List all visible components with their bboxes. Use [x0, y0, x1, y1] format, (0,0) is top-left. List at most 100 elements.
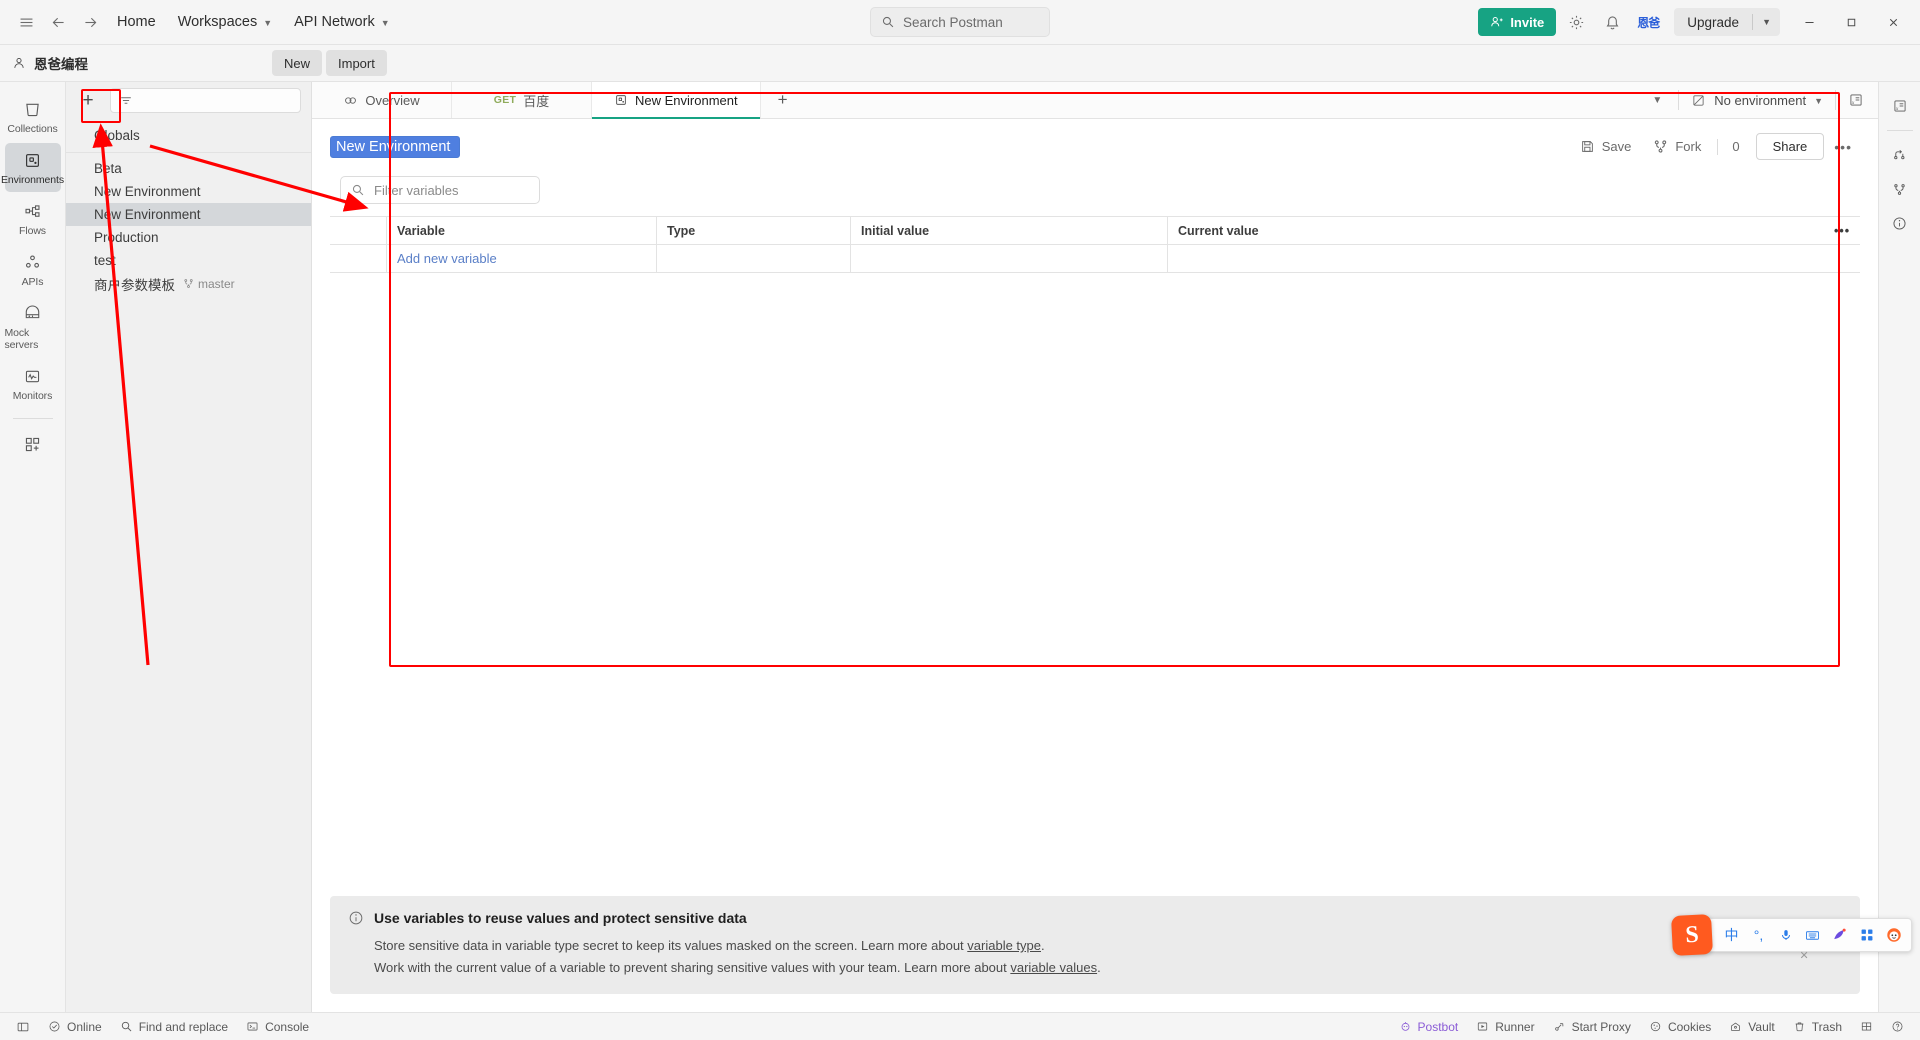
workspace-name-label: 恩爸编程	[34, 57, 88, 72]
info-banner-line-1-prefix: Store sensitive data in variable type se…	[374, 938, 968, 954]
share-button[interactable]: Share	[1755, 133, 1825, 160]
arrow-left-icon[interactable]	[42, 7, 74, 37]
sidebar-item-environments[interactable]: Environments	[1, 143, 64, 192]
search-icon	[121, 1021, 132, 1032]
fork-icon	[184, 279, 193, 288]
list-item[interactable]: Production	[66, 226, 311, 249]
environment-quick-look-button[interactable]: x	[1840, 86, 1872, 114]
chinese-mode-icon[interactable]: 中	[1718, 920, 1745, 950]
apps-grid-icon[interactable]	[1853, 920, 1880, 950]
list-item[interactable]: test	[66, 249, 311, 272]
variable-values-link[interactable]: variable values	[1010, 960, 1097, 975]
start-proxy-button[interactable]: Start Proxy	[1545, 1017, 1639, 1037]
tab-new-environment[interactable]: New Environment	[592, 82, 761, 119]
maximize-icon[interactable]	[1832, 7, 1870, 37]
variables-sheet-button[interactable]: x	[1884, 90, 1916, 122]
tab-overview[interactable]: Overview	[312, 82, 452, 118]
comments-button[interactable]	[1884, 139, 1916, 171]
cookies-icon	[1650, 1021, 1661, 1032]
online-status[interactable]: Online	[40, 1017, 110, 1037]
environments-filter-input[interactable]	[110, 88, 301, 113]
microphone-icon[interactable]	[1772, 920, 1799, 950]
environment-name-input[interactable]	[330, 135, 460, 158]
environment-selector[interactable]: No environment ▼	[1683, 86, 1831, 114]
info-button[interactable]	[1884, 207, 1916, 239]
sogou-logo-icon[interactable]: S	[1670, 913, 1714, 957]
cookies-button[interactable]: Cookies	[1641, 1017, 1719, 1037]
find-and-replace-button[interactable]: Find and replace	[112, 1017, 236, 1037]
layout-button[interactable]	[1852, 1017, 1881, 1036]
hamburger-icon[interactable]	[10, 7, 42, 37]
postbot-button[interactable]: Postbot	[1391, 1017, 1467, 1037]
invite-button[interactable]: Invite	[1478, 8, 1557, 36]
new-button[interactable]: New	[272, 50, 323, 76]
invite-label: Invite	[1510, 14, 1545, 30]
nav-home[interactable]: Home	[106, 7, 167, 37]
flows-icon	[25, 205, 40, 217]
environment-name: test	[94, 253, 116, 268]
import-button[interactable]: Import	[326, 50, 387, 76]
list-item[interactable]: Beta	[66, 157, 311, 180]
variable-type-link[interactable]: variable type	[967, 938, 1041, 953]
environment-name: Beta	[94, 161, 122, 176]
sidebar-item-mock-servers[interactable]: Mock servers	[5, 296, 61, 357]
keyboard-icon[interactable]	[1799, 920, 1826, 950]
sidebar-item-apis[interactable]: APIs	[5, 245, 61, 294]
search-input[interactable]: Search Postman	[870, 7, 1050, 37]
chevron-down-icon[interactable]: ▼	[1753, 17, 1780, 27]
top-header-bar: Home Workspaces ▼ API Network ▼ Search P…	[0, 0, 1920, 45]
info-banner: Use variables to reuse values and protec…	[330, 896, 1860, 994]
sidebar-item-flows[interactable]: Flows	[5, 194, 61, 243]
add-modules-icon	[25, 437, 40, 452]
vault-button[interactable]: Vault	[1721, 1017, 1782, 1037]
help-button[interactable]	[1883, 1017, 1912, 1036]
upgrade-button[interactable]: Upgrade ▼	[1674, 8, 1780, 36]
tab-strip: Overview GET 百度 New Environment + ▼ No e	[312, 82, 1878, 119]
arrow-right-icon[interactable]	[74, 7, 106, 37]
branch-indicator: master	[183, 277, 235, 291]
filter-variables-input[interactable]: Filter variables	[340, 176, 540, 204]
sidebar-item-collections[interactable]: Collections	[5, 92, 61, 141]
minimize-icon[interactable]	[1790, 7, 1828, 37]
ime-collapse-icon[interactable]: ✕	[1800, 949, 1809, 962]
globals-row[interactable]: Globals	[66, 119, 311, 153]
punctuation-icon[interactable]: °,	[1745, 920, 1772, 950]
row-checkbox-cell[interactable]	[330, 245, 387, 272]
gear-icon[interactable]	[1560, 7, 1592, 37]
row-variable-cell[interactable]: Add new variable	[387, 245, 657, 272]
sidebar-item-monitors[interactable]: Monitors	[5, 359, 61, 408]
list-item[interactable]: New Environment	[66, 203, 311, 226]
create-environment-button[interactable]: +	[74, 88, 102, 114]
avatar[interactable]: 恩爸	[1632, 7, 1664, 37]
list-item[interactable]: New Environment	[66, 180, 311, 203]
trash-button[interactable]: Trash	[1785, 1017, 1850, 1037]
global-search-container: Search Postman	[870, 7, 1050, 37]
mock-servers-icon	[25, 305, 40, 319]
workspace-name[interactable]: 恩爸编程	[0, 53, 88, 73]
table-row[interactable]: Add new variable	[330, 244, 1860, 272]
runner-button[interactable]: Runner	[1468, 1017, 1542, 1037]
row-initial-value-cell[interactable]	[851, 245, 1168, 272]
add-modules-button[interactable]	[5, 427, 61, 460]
more-horizontal-icon[interactable]: •••	[1826, 134, 1860, 160]
sidebar-toggle-button[interactable]	[8, 1017, 38, 1037]
nav-workspaces[interactable]: Workspaces ▼	[167, 7, 283, 37]
chevron-down-icon[interactable]: ▼	[1640, 95, 1674, 106]
tab-request-baidu[interactable]: GET 百度	[452, 82, 592, 118]
fork-tree-button[interactable]	[1884, 173, 1916, 205]
console-button[interactable]: Console	[238, 1017, 317, 1037]
bell-icon[interactable]	[1596, 7, 1628, 37]
chevron-down-icon: ▼	[263, 18, 273, 28]
row-type-cell[interactable]	[657, 245, 851, 272]
nav-api-network[interactable]: API Network ▼	[283, 7, 401, 37]
list-item[interactable]: 商户参数模板 master	[66, 272, 311, 295]
skin-icon[interactable]	[1826, 920, 1853, 950]
save-button[interactable]: Save	[1570, 134, 1642, 159]
new-tab-button[interactable]: +	[761, 82, 805, 118]
table-column-options-icon[interactable]: •••	[1824, 217, 1860, 244]
row-current-value-cell[interactable]	[1168, 245, 1860, 272]
mascot-icon[interactable]	[1880, 920, 1907, 950]
fork-button[interactable]: Fork	[1643, 134, 1711, 159]
close-icon[interactable]	[1874, 7, 1912, 37]
divider	[1717, 138, 1719, 155]
